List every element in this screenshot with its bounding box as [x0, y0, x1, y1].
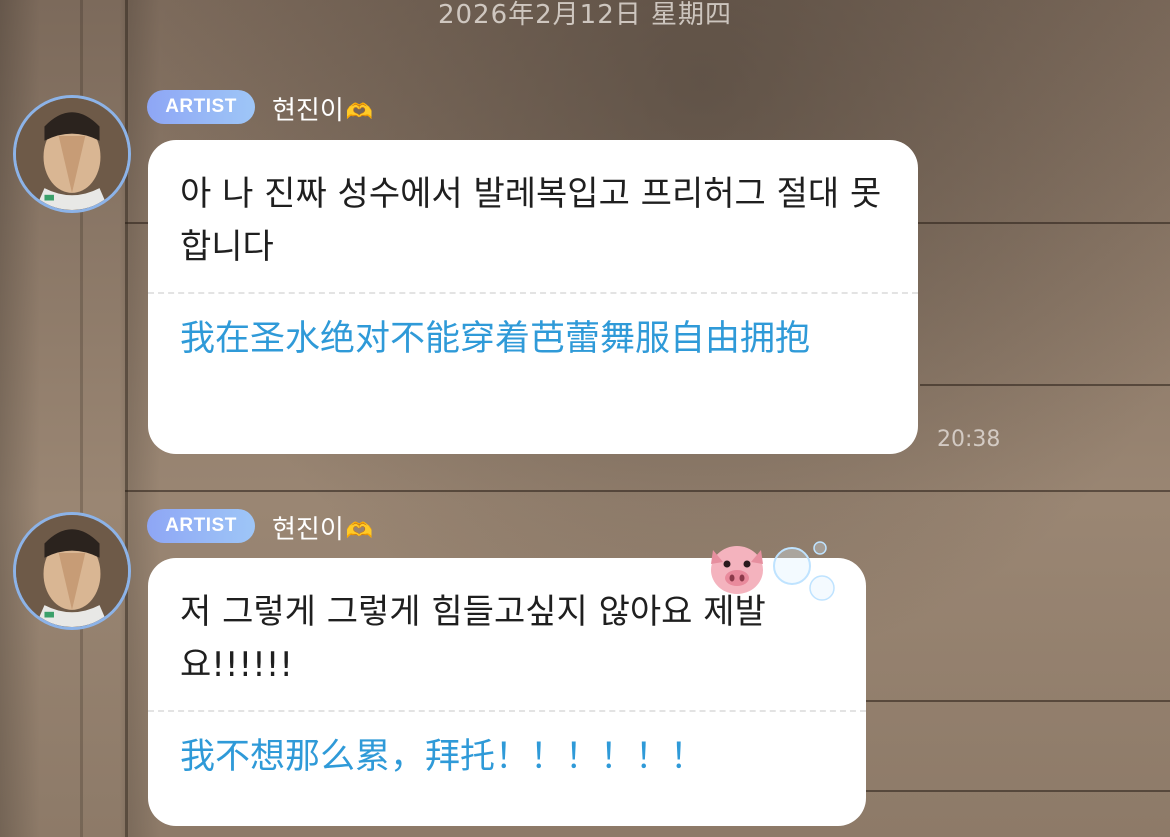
translation-text: 我不想那么累，拜托！！！！！！	[180, 737, 706, 777]
artist-badge: ARTIST	[147, 90, 255, 124]
artist-badge: ARTIST	[147, 509, 255, 543]
pig-face-icon	[711, 546, 763, 594]
heart-hands-icon: 🫶	[345, 519, 374, 544]
avatar-image	[16, 98, 128, 210]
plank-line	[860, 790, 1170, 792]
sender-name: 현진이	[272, 515, 344, 545]
plank-line	[860, 700, 1170, 702]
sender-name-row[interactable]: 현진이🫶	[272, 509, 373, 546]
heart-hands-icon: 🫶	[345, 100, 374, 125]
message-bubble[interactable]: 아 나 진짜 성수에서 발레복입고 프리허그 절대 못합니다 我在圣水绝对不能穿…	[148, 140, 918, 454]
bubbles-icon	[773, 541, 835, 601]
date-header: 2026年2月12日 星期四	[437, 0, 733, 30]
plank-line	[125, 490, 1170, 492]
sender-name-row[interactable]: 현진이🫶	[272, 90, 373, 127]
plank-line	[920, 384, 1170, 386]
wall-edge	[125, 0, 128, 837]
avatar[interactable]	[13, 95, 131, 213]
translation-text: 我在圣水绝对不能穿着芭蕾舞服自由拥抱	[180, 319, 811, 359]
message-bubble[interactable]: 저 그렇게 그렇게 힘들고싶지 않아요 제발요!!!!!! 我不想那么累，拜托！…	[148, 558, 866, 826]
timestamp: 20:38	[937, 427, 1001, 452]
sender-name: 현진이	[272, 96, 344, 126]
avatar[interactable]	[13, 512, 131, 630]
avatar-image	[16, 515, 128, 627]
original-text: 아 나 진짜 성수에서 발레복입고 프리허그 절대 못합니다	[180, 174, 882, 267]
